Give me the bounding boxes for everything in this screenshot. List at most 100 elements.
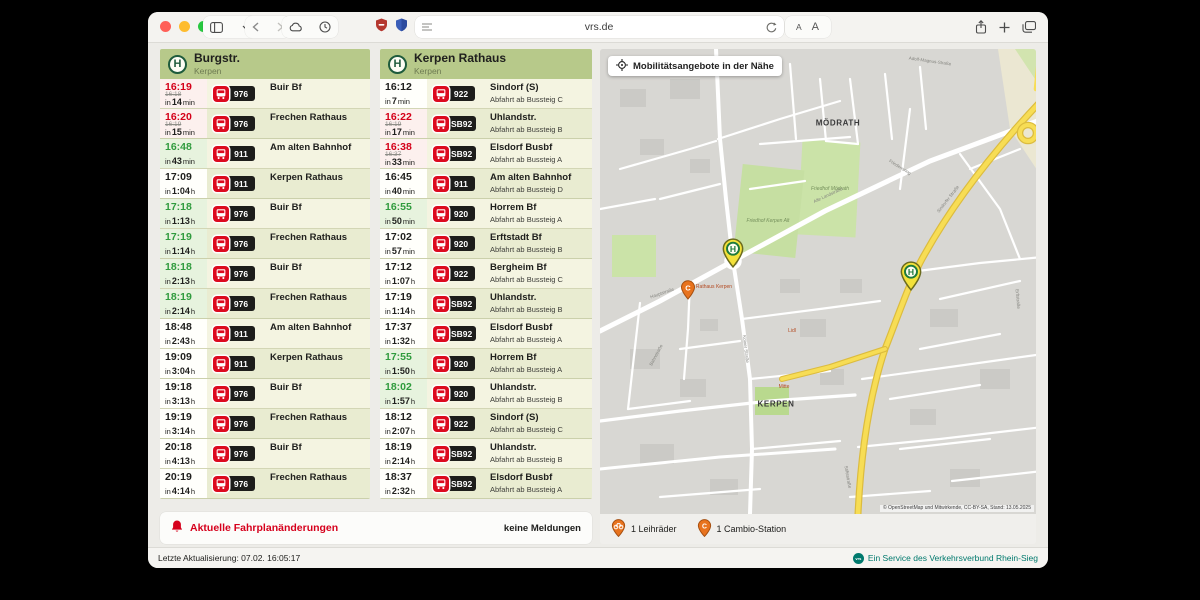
departure-row: 17:18 in1:13h 976 Buir Bf: [160, 199, 370, 229]
nearby-mobility-button[interactable]: Mobilitätsangebote in der Nähe: [608, 56, 782, 76]
bus-icon: [433, 446, 449, 462]
history-clock-icon[interactable]: [319, 21, 331, 33]
map-attribution: © OpenStreetMap und Mitwirkende, CC-BY-S…: [880, 505, 1034, 512]
close-window-button[interactable]: [160, 21, 171, 32]
countdown: in2:32h: [385, 487, 425, 496]
bus-icon: [213, 116, 229, 132]
sidebar-toggle-icon[interactable]: [210, 22, 223, 33]
departure-row: 20:18 in4:13h 976 Buir Bf: [160, 439, 370, 469]
blue-shield-extension-icon[interactable]: [395, 18, 408, 32]
bus-icon: [213, 416, 229, 432]
text-size-pill[interactable]: A A: [785, 16, 831, 38]
text-larger-button[interactable]: A: [812, 21, 820, 33]
bus-icon: [433, 146, 449, 162]
line-number-badge: 922: [447, 266, 475, 281]
new-tab-plus-icon[interactable]: [999, 22, 1010, 33]
legend-label: 1 Cambio-Station: [717, 524, 787, 534]
cambio-map-marker[interactable]: C: [680, 280, 696, 305]
destination-name: Frechen Rathaus: [270, 413, 367, 423]
time-cell: 17:18 in1:13h: [160, 199, 207, 228]
time-cell: 18:12 in2:07h: [380, 409, 427, 438]
address-bar[interactable]: vrs.de: [415, 16, 784, 38]
line-cell: 911: [207, 139, 263, 168]
bus-icon: [213, 356, 229, 372]
service-credit-text: Ein Service des Verkehrsverbund Rhein-Si…: [868, 553, 1038, 563]
line-cell: 922: [427, 259, 483, 288]
legend-label: 1 Leihräder: [631, 524, 677, 534]
line-cell: SB92: [427, 109, 483, 138]
destination-name: Am alten Bahnhof: [490, 173, 589, 183]
minimize-window-button[interactable]: [179, 21, 190, 32]
destination-name: Elsdorf Busbf: [490, 473, 589, 483]
line-cell: 911: [207, 319, 263, 348]
destination-cell: Frechen Rathaus: [263, 289, 370, 318]
countdown: in2:07h: [385, 427, 425, 436]
bus-icon: [433, 356, 449, 372]
destination-name: Uhlandstr.: [490, 383, 589, 393]
departure-row: 17:12 in1:07h 922 Bergheim Bf Abfahrt ab…: [380, 259, 592, 289]
platform-info: Abfahrt ab Bussteig B: [490, 395, 589, 404]
station-city: Kerpen: [194, 66, 240, 76]
countdown: in14min: [165, 98, 205, 107]
line-number-badge: 976: [227, 386, 255, 401]
line-number-badge: SB92: [447, 296, 476, 311]
departure-row: 16:20 16:19 in15min 976 Frechen Rathaus: [160, 109, 370, 139]
line-cell: SB92: [427, 469, 483, 498]
line-number-badge: 976: [227, 296, 255, 311]
destination-name: Uhlandstr.: [490, 113, 589, 123]
svg-text:H: H: [908, 267, 914, 277]
map-canvas[interactable]: Mobilitätsangebote in der Nähe MÖDRATHKE…: [600, 49, 1036, 514]
departure-row: 18:02 in1:57h 920 Uhlandstr. Abfahrt ab …: [380, 379, 592, 409]
departure-row: 18:18 in2:13h 976 Buir Bf: [160, 259, 370, 289]
destination-cell: Buir Bf: [263, 439, 370, 468]
schedule-changes-panel[interactable]: Aktuelle Fahrplanänderungen keine Meldun…: [160, 512, 592, 544]
destination-cell: Buir Bf: [263, 79, 370, 108]
time-cell: 16:38 16:37 in33min: [380, 139, 427, 168]
line-number-badge: 976: [227, 206, 255, 221]
line-cell: 922: [427, 409, 483, 438]
back-button-icon[interactable]: [252, 22, 259, 32]
time-cell: 16:48 in43min: [160, 139, 207, 168]
platform-info: Abfahrt ab Bussteig B: [490, 455, 589, 464]
destination-name: Horrem Bf: [490, 353, 589, 363]
destination-cell: Kerpen Rathaus: [263, 349, 370, 378]
bus-stop-map-marker[interactable]: H: [899, 261, 923, 296]
destination-name: Buir Bf: [270, 263, 367, 273]
map-legend-item[interactable]: C 1 Cambio-Station: [697, 519, 787, 539]
bus-icon: [433, 416, 449, 432]
platform-info: Abfahrt ab Bussteig C: [490, 425, 589, 434]
line-number-badge: 976: [227, 116, 255, 131]
destination-cell: Am alten Bahnhof Abfahrt ab Bussteig D: [483, 169, 592, 198]
reader-lines-icon[interactable]: [422, 23, 432, 31]
destination-cell: Bergheim Bf Abfahrt ab Bussteig C: [483, 259, 592, 288]
destination-cell: Sindorf (S) Abfahrt ab Bussteig C: [483, 409, 592, 438]
destination-name: Sindorf (S): [490, 83, 589, 93]
tab-overview-icon[interactable]: [1022, 21, 1036, 33]
departure-row: 18:19 in2:14h 976 Frechen Rathaus: [160, 289, 370, 319]
line-cell: 976: [207, 439, 263, 468]
time-cell: 16:20 16:19 in15min: [160, 109, 207, 138]
countdown: in4:14h: [165, 487, 205, 496]
line-cell: 976: [207, 229, 263, 258]
svg-text:H: H: [730, 244, 736, 254]
time-cell: 17:19 in1:14h: [380, 289, 427, 318]
destination-cell: Am alten Bahnhof: [263, 319, 370, 348]
bus-stop-map-marker[interactable]: H: [721, 238, 745, 273]
time-cell: 19:18 in3:13h: [160, 379, 207, 408]
destination-name: Kerpen Rathaus: [270, 173, 367, 183]
destination-cell: Buir Bf: [263, 379, 370, 408]
bike-rental-pin-icon: [611, 519, 626, 539]
countdown: in7min: [385, 97, 425, 106]
reload-icon[interactable]: [766, 22, 777, 33]
red-shield-extension-icon[interactable]: [375, 18, 388, 32]
cloud-icon[interactable]: [289, 22, 303, 32]
line-cell: SB92: [427, 289, 483, 318]
departure-row: 17:19 in1:14h 976 Frechen Rathaus: [160, 229, 370, 259]
share-icon[interactable]: [975, 20, 987, 34]
line-number-badge: 911: [447, 176, 475, 191]
service-credit: vrs Ein Service des Verkehrsverbund Rhei…: [853, 553, 1038, 564]
departure-time: 20:19: [165, 472, 205, 483]
platform-info: Abfahrt ab Bussteig A: [490, 155, 589, 164]
text-smaller-button[interactable]: A: [796, 22, 803, 32]
map-legend-item[interactable]: 1 Leihräder: [611, 519, 677, 539]
